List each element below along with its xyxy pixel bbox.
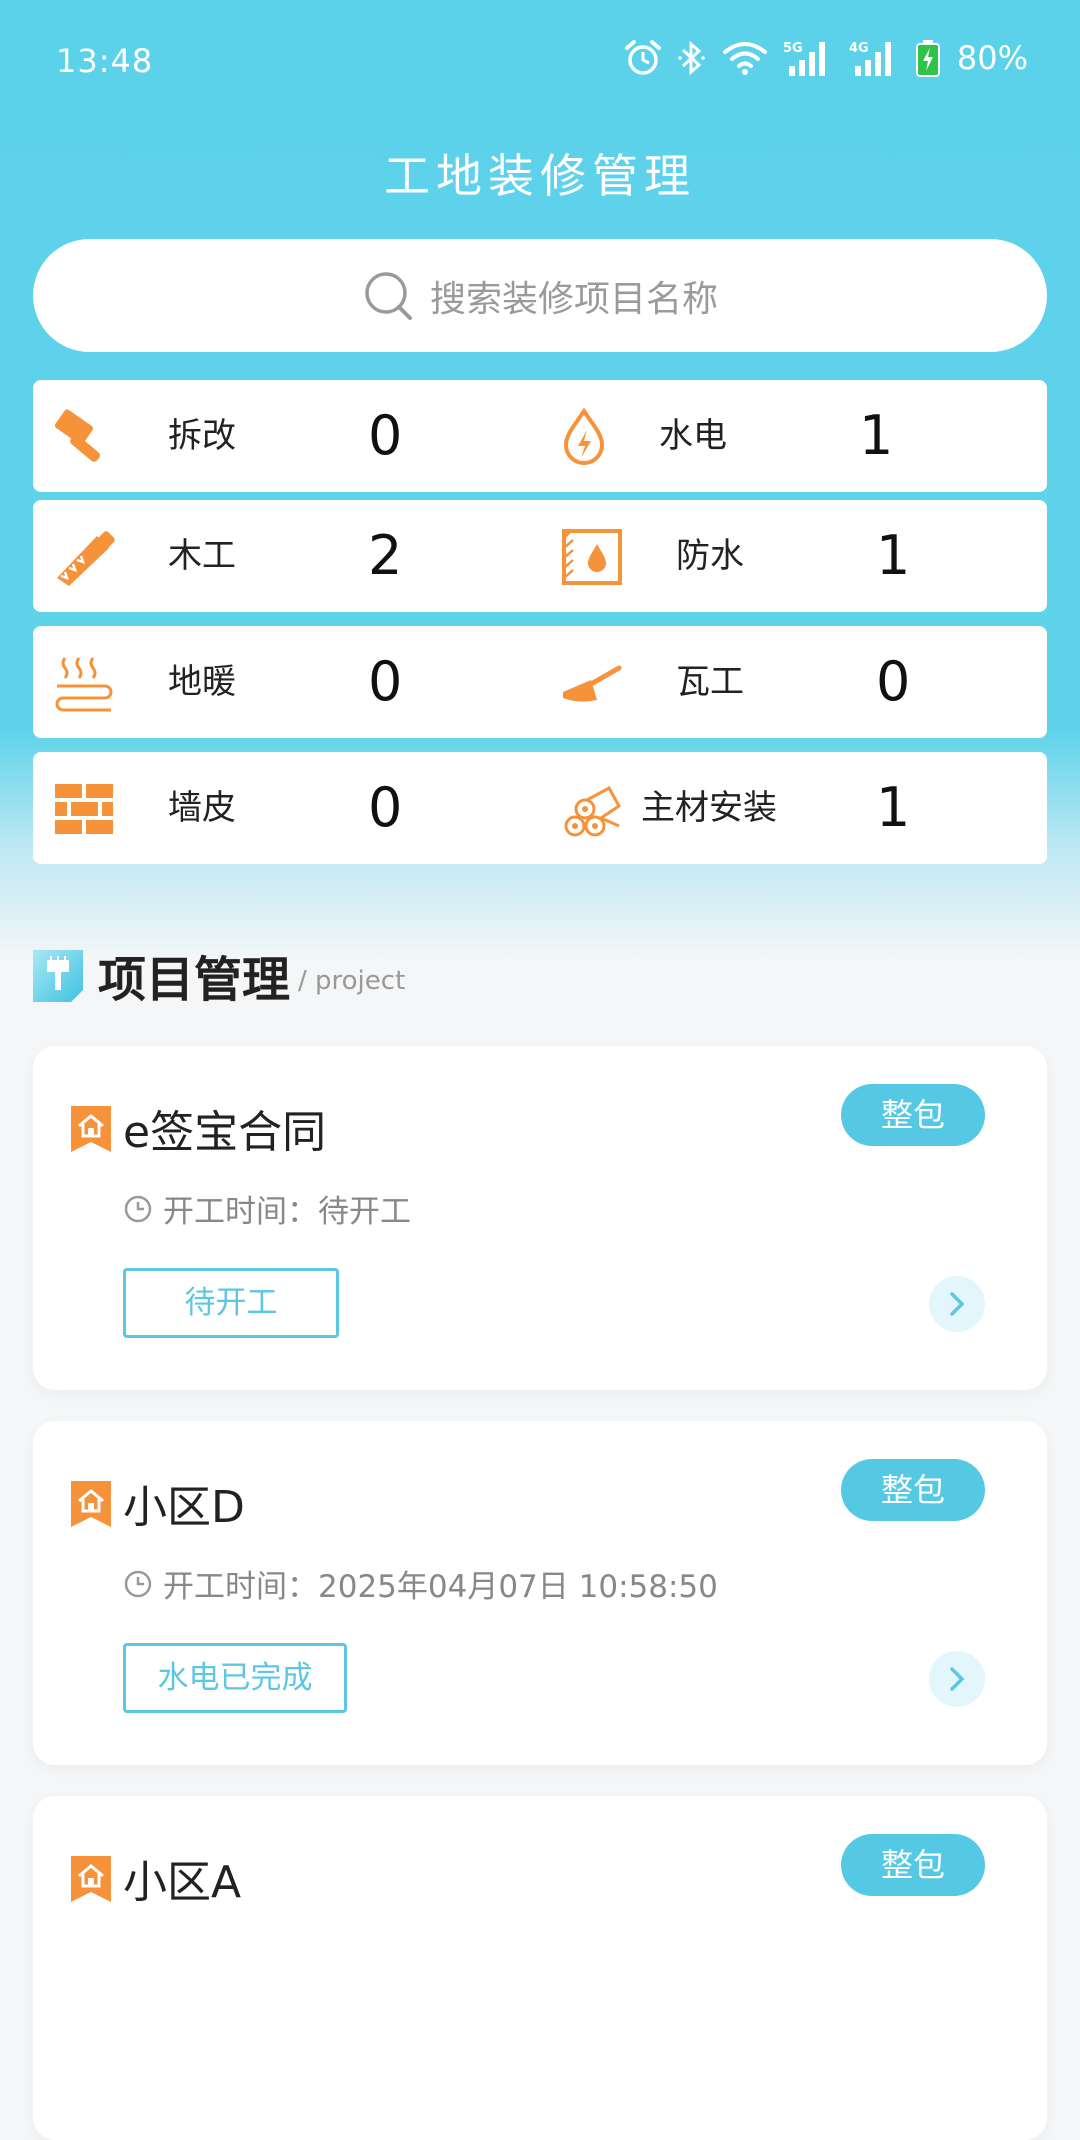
- signal-4g-icon: 4G: [849, 41, 891, 76]
- category-label: 瓦工: [676, 662, 744, 702]
- bluetooth-icon: [678, 40, 705, 76]
- alarm-icon: [624, 40, 661, 75]
- section-subtitle: / project: [298, 966, 406, 996]
- house-bookmark-icon: [71, 1481, 111, 1527]
- chevron-right-icon: [950, 1667, 965, 1691]
- category-row: 墙皮 0 主材安装 1: [33, 752, 1047, 864]
- clock-icon: [124, 1195, 152, 1222]
- status-icons: 5G 4G 80%: [623, 38, 1028, 78]
- hammer-icon: [54, 409, 101, 462]
- trowel-icon: [563, 665, 622, 702]
- svg-text:4G: 4G: [849, 41, 869, 56]
- start-time-label: 开工时间：: [163, 1569, 318, 1605]
- search-placeholder: 搜索装修项目名称: [429, 278, 718, 320]
- category-row: 木工 2 防水 1: [33, 500, 1047, 612]
- battery-percentage: 80%: [956, 39, 1028, 77]
- floor-heating-icon: [55, 657, 113, 712]
- category-label: 木工: [168, 536, 236, 576]
- start-time-value: 2025年04月07日 10:58:50: [318, 1569, 718, 1605]
- house-bookmark-icon: [71, 1856, 111, 1902]
- brush-section-icon: [33, 950, 83, 1002]
- waterproof-icon: [562, 529, 622, 585]
- category-label: 主材安装: [641, 788, 777, 828]
- category-count: 1: [876, 524, 911, 587]
- project-name: e签宝合同: [123, 1107, 327, 1158]
- project-type-badge: 整包: [841, 1834, 985, 1896]
- category-count: 1: [876, 776, 911, 839]
- project-card[interactable]: 小区A 整包: [33, 1796, 1047, 2140]
- project-card[interactable]: e签宝合同 整包 开工时间： 待开工 待开工: [33, 1046, 1047, 1390]
- category-row: 地暖 0 瓦工 0: [33, 626, 1047, 738]
- category-row: 拆改 0 水电 1: [33, 380, 1047, 492]
- status-time: 13:48: [56, 42, 154, 80]
- page-title: 工地装修管理: [384, 149, 696, 203]
- category-label: 防水: [676, 536, 744, 576]
- project-start-time: 开工时间： 待开工: [123, 1186, 411, 1231]
- svg-text:5G: 5G: [783, 41, 803, 56]
- category-count: 1: [859, 404, 894, 467]
- category-label: 水电: [659, 416, 727, 456]
- section-title: 项目管理: [98, 952, 291, 1008]
- search-bar[interactable]: 搜索装修项目名称: [33, 239, 1047, 352]
- signal-5g-icon: 5G: [783, 41, 825, 76]
- category-label: 地暖: [168, 662, 236, 702]
- logs-icon: [564, 785, 621, 837]
- battery-charging-icon: [915, 40, 940, 77]
- category-count: 0: [368, 404, 403, 467]
- project-name: 小区A: [123, 1857, 242, 1908]
- project-detail-button[interactable]: [929, 1651, 985, 1707]
- project-type-badge: 整包: [841, 1459, 985, 1521]
- house-bookmark-icon: [71, 1106, 111, 1152]
- chevron-right-icon: [950, 1292, 965, 1316]
- project-type-badge: 整包: [841, 1084, 985, 1146]
- category-count: 2: [368, 524, 403, 587]
- clock-icon: [124, 1570, 152, 1597]
- saw-icon: [57, 531, 115, 586]
- project-status-button[interactable]: 水电已完成: [123, 1643, 347, 1713]
- project-card[interactable]: 小区D 整包 开工时间： 2025年04月07日 10:58:50 水电已完成: [33, 1421, 1047, 1765]
- category-count: 0: [876, 650, 911, 713]
- project-detail-button[interactable]: [929, 1276, 985, 1332]
- search-icon: [365, 271, 412, 320]
- start-time-value: 待开工: [318, 1194, 411, 1230]
- start-time-label: 开工时间：: [163, 1194, 318, 1230]
- project-start-time: 开工时间： 2025年04月07日 10:58:50: [123, 1561, 718, 1606]
- category-count: 0: [368, 650, 403, 713]
- category-label: 拆改: [168, 416, 236, 456]
- water-electric-icon: [563, 408, 605, 465]
- category-count: 0: [368, 776, 403, 839]
- status-bar: 13:48 5G 4G 80%: [0, 0, 1080, 110]
- project-name: 小区D: [123, 1482, 245, 1533]
- wifi-icon: [722, 42, 767, 75]
- brick-wall-icon: [55, 784, 113, 834]
- category-label: 墙皮: [168, 788, 236, 828]
- project-status-button[interactable]: 待开工: [123, 1268, 339, 1338]
